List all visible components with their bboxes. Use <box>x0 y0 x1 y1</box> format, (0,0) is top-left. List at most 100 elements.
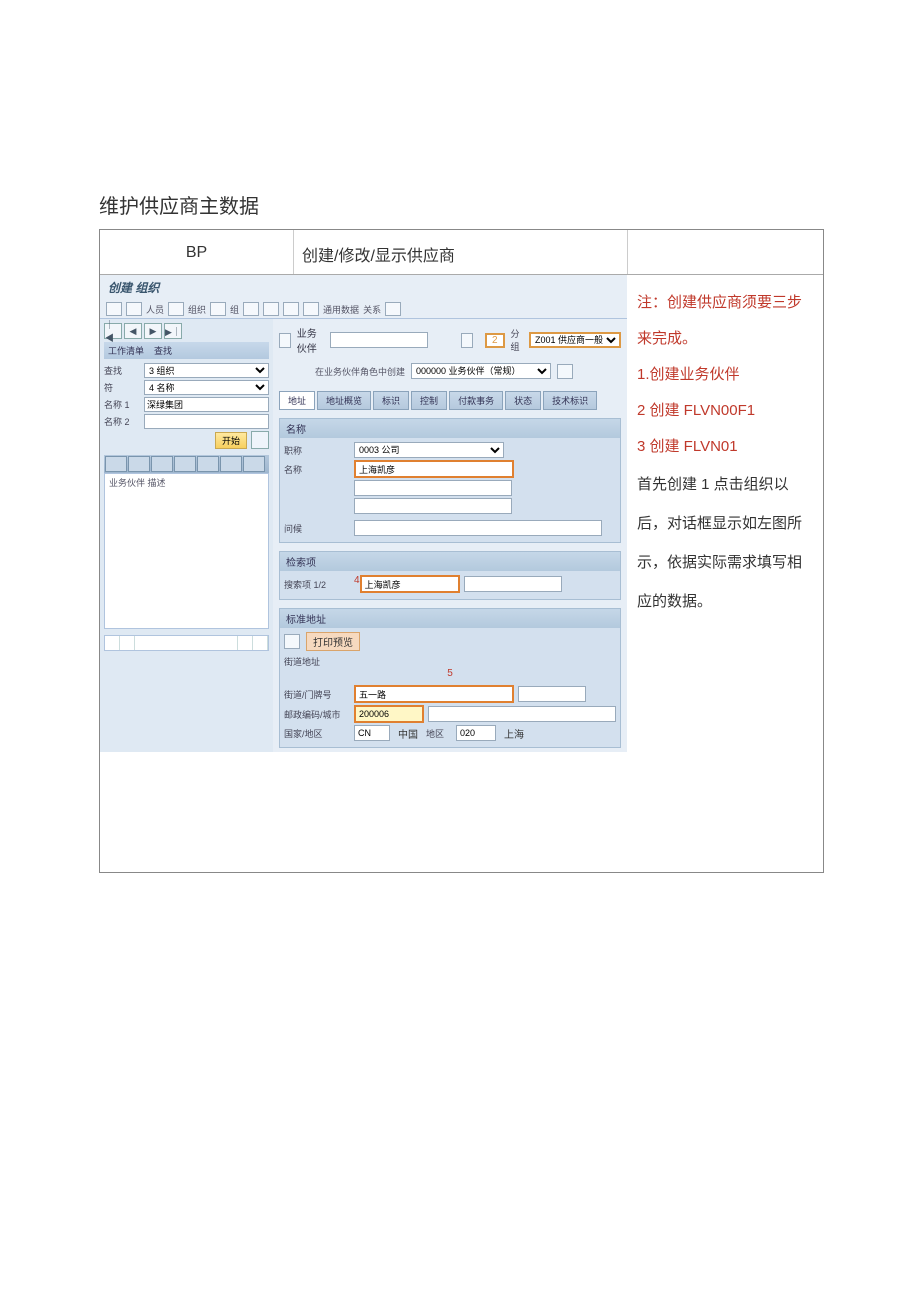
title-select[interactable]: 0003 公司 <box>354 442 504 458</box>
annotation-5: 5 <box>447 668 453 679</box>
bp-number-input[interactable] <box>330 332 428 348</box>
tree-ico6[interactable] <box>220 456 242 472</box>
street-input[interactable] <box>354 685 514 703</box>
city-input[interactable] <box>428 706 616 722</box>
tree-ico2[interactable] <box>128 456 150 472</box>
new-group-icon[interactable] <box>210 302 226 316</box>
worklist-tab[interactable]: 工作清单 <box>108 346 144 356</box>
tab-address[interactable]: 地址 <box>279 391 315 410</box>
search-section: 检索项 搜索项 1/2 4 <box>279 551 621 600</box>
search-label: 查找 <box>104 364 144 377</box>
country-label: 国家/地区 <box>284 727 354 740</box>
notes-step2: 2 创建 FLVN00F1 <box>637 393 813 429</box>
print-preview-icon[interactable] <box>284 634 300 649</box>
content-frame: BP 创建/修改/显示供应商 创建 组织 人员 组织 组 <box>99 229 824 873</box>
region-label: 地区 <box>426 727 456 740</box>
tb-relations-label: 关系 <box>363 303 381 316</box>
searchterm2-input[interactable] <box>464 576 562 592</box>
tb-person-label: 人员 <box>146 303 164 316</box>
bp-tabs: 地址 地址概览 标识 控制 付款事务 状态 技术标识 <box>279 391 621 410</box>
tab-control[interactable]: 控制 <box>411 391 447 410</box>
bp-role-select[interactable]: 000000 业务伙伴（常规） <box>411 363 551 379</box>
name-field-label: 名称 <box>284 463 354 476</box>
tree-ico3[interactable] <box>151 456 173 472</box>
postal-input[interactable] <box>354 705 424 723</box>
name-input[interactable] <box>354 460 514 478</box>
relations-icon[interactable] <box>385 302 401 316</box>
nav-last-icon[interactable]: ▶｜ <box>164 323 182 339</box>
toolbar-nav-icon[interactable] <box>263 302 279 316</box>
name-input-2[interactable] <box>354 480 512 496</box>
name2-input[interactable] <box>144 414 269 429</box>
tree-ico4[interactable] <box>174 456 196 472</box>
toolbar-sep-icon <box>243 302 259 316</box>
region-name: 上海 <box>504 726 524 741</box>
bp-hint-icon <box>461 333 473 348</box>
notes-step3: 3 创建 FLVN01 <box>637 429 813 465</box>
notes-tail: 首先创建 1 点击组织以后，对话框显示如左图所示，依据实际需求填写相应的数据。 <box>637 476 802 610</box>
salutation-input[interactable] <box>354 520 602 536</box>
tree-columns: 业务伙伴 描述 <box>109 478 166 488</box>
search-section-title: 检索项 <box>280 552 620 571</box>
name1-input[interactable] <box>144 397 269 412</box>
sap-right-pane: 业务伙伴 2 分组 Z001 供应商一般材料 在业 <box>273 319 627 752</box>
result-tree: 业务伙伴 描述 <box>104 473 269 629</box>
create-role-label: 在业务伙伴角色中创建 <box>315 365 405 378</box>
name-section: 名称 职称 0003 公司 名称 <box>279 418 621 543</box>
start-button[interactable]: 开始 <box>215 432 247 449</box>
role-help-icon[interactable] <box>557 364 573 379</box>
searchterm12-label: 搜索项 1/2 <box>284 578 354 591</box>
annotation-2: 2 <box>485 333 505 348</box>
search-select[interactable]: 3 组织 <box>144 363 269 378</box>
general-icon[interactable] <box>303 302 319 316</box>
grouping-label: 分组 <box>511 327 523 353</box>
notes-column: 注：创建供应商须要三步来完成。 1.创建业务伙伴 2 创建 FLVN00F1 3… <box>627 275 823 752</box>
street-address-heading: 街道地址 <box>284 655 616 668</box>
bp-header: BP <box>100 230 294 274</box>
tab-tech[interactable]: 技术标识 <box>543 391 597 410</box>
notes-step1: 1.创建业务伙伴 <box>637 357 813 393</box>
print-preview-label[interactable]: 打印预览 <box>306 632 360 651</box>
grouping-select[interactable]: Z001 供应商一般材料 <box>529 332 621 348</box>
searchterm1-input[interactable] <box>360 575 460 593</box>
search-help-icon[interactable] <box>251 431 269 449</box>
address-section-title: 标准地址 <box>280 609 620 628</box>
tab-addr-overview[interactable]: 地址概览 <box>317 391 371 410</box>
tab-payment[interactable]: 付款事务 <box>449 391 503 410</box>
postal-city-label: 邮政编码/城市 <box>284 708 354 721</box>
action-header: 创建/修改/显示供应商 <box>294 230 628 274</box>
notes-head: 注：创建供应商须要三步来完成。 <box>637 285 813 357</box>
tree-ico1[interactable] <box>105 456 127 472</box>
tree-ico5[interactable] <box>197 456 219 472</box>
new-person-icon[interactable] <box>126 302 142 316</box>
name2-label: 名称 2 <box>104 415 144 428</box>
street-label: 街道/门牌号 <box>284 688 354 701</box>
nav-first-icon[interactable]: ｜◀ <box>104 323 122 339</box>
result-toolbar <box>104 455 269 473</box>
nav-prev-icon[interactable]: ◀ <box>124 323 142 339</box>
by-label: 符 <box>104 381 144 394</box>
tree-ico7[interactable] <box>243 456 265 472</box>
tb-group-label: 组 <box>230 303 239 316</box>
address-section: 标准地址 打印预览 街道地址 5 街道/门牌号 <box>279 608 621 748</box>
title-label: 职称 <box>284 444 354 457</box>
toolbar-icon[interactable] <box>106 302 122 316</box>
left-pager[interactable] <box>104 635 269 651</box>
bp-icon <box>279 333 291 348</box>
tab-status[interactable]: 状态 <box>505 391 541 410</box>
annotation-4: 4 <box>354 575 360 586</box>
sap-window-title: 创建 组织 <box>100 275 627 300</box>
new-org-icon[interactable] <box>168 302 184 316</box>
name1-label: 名称 1 <box>104 398 144 411</box>
tb-org-label: 组织 <box>188 303 206 316</box>
find-tab[interactable]: 查找 <box>154 346 172 356</box>
name-input-3[interactable] <box>354 498 512 514</box>
toolbar-nav2-icon[interactable] <box>283 302 299 316</box>
houseno-input[interactable] <box>518 686 586 702</box>
region-code-input[interactable] <box>456 725 496 741</box>
nav-next-icon[interactable]: ▶ <box>144 323 162 339</box>
country-code-input[interactable] <box>354 725 390 741</box>
by-select[interactable]: 4 名称 <box>144 380 269 395</box>
name-section-title: 名称 <box>280 419 620 438</box>
tab-identification[interactable]: 标识 <box>373 391 409 410</box>
